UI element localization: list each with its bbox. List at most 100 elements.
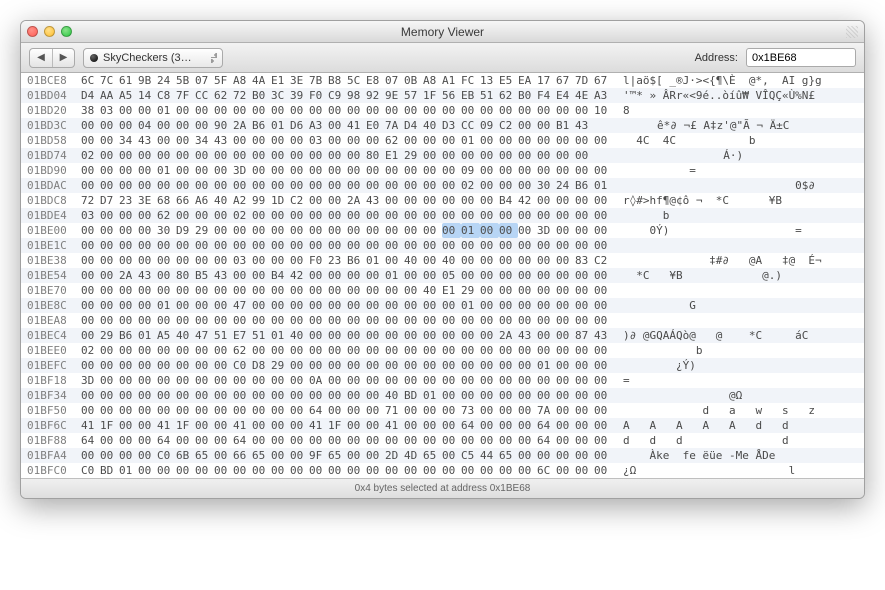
hex-byte[interactable]: 00	[119, 208, 138, 223]
hex-byte[interactable]: 02	[81, 148, 100, 163]
hex-byte[interactable]: 00	[233, 133, 252, 148]
hex-byte[interactable]: 00	[366, 208, 385, 223]
hex-byte[interactable]: 00	[309, 313, 328, 328]
hex-byte[interactable]: 00	[252, 313, 271, 328]
hex-byte[interactable]: 00	[385, 328, 404, 343]
hex-byte[interactable]: 00	[157, 148, 176, 163]
hex-byte[interactable]: 00	[575, 418, 594, 433]
hex-byte[interactable]: 00	[309, 193, 328, 208]
hex-byte[interactable]: 00	[271, 463, 290, 478]
hex-byte[interactable]: 7D	[575, 73, 594, 88]
hex-byte[interactable]: 00	[347, 298, 366, 313]
hex-byte[interactable]: F0	[309, 253, 328, 268]
hex-byte[interactable]: 00	[499, 163, 518, 178]
hex-byte[interactable]: 00	[537, 148, 556, 163]
hex-byte[interactable]: E1	[385, 148, 404, 163]
hex-byte[interactable]: 64	[157, 433, 176, 448]
hex-byte[interactable]: 00	[290, 463, 309, 478]
hex-byte[interactable]: 72	[81, 193, 100, 208]
hex-byte[interactable]: 00	[366, 328, 385, 343]
hex-byte[interactable]: 00	[309, 433, 328, 448]
hex-byte[interactable]: EB	[461, 88, 480, 103]
hex-byte[interactable]: 00	[309, 103, 328, 118]
hex-byte[interactable]: 39	[290, 88, 309, 103]
hex-byte[interactable]: 00	[499, 418, 518, 433]
hex-byte[interactable]: 00	[442, 313, 461, 328]
hex-byte[interactable]: 40	[404, 253, 423, 268]
hex-byte[interactable]: 00	[347, 163, 366, 178]
hex-byte[interactable]: 00	[100, 208, 119, 223]
hex-byte[interactable]: 00	[214, 238, 233, 253]
hex-byte[interactable]: 00	[100, 388, 119, 403]
hex-byte[interactable]: 5B	[176, 73, 195, 88]
hex-byte[interactable]: 41	[233, 418, 252, 433]
hex-byte[interactable]: 00	[404, 433, 423, 448]
hex-byte[interactable]: 42	[290, 268, 309, 283]
hex-byte[interactable]: 62	[157, 208, 176, 223]
hex-byte[interactable]: 01	[385, 268, 404, 283]
hex-byte[interactable]: 00	[290, 298, 309, 313]
hex-row[interactable]: 01BF886400000064000000640000000000000000…	[21, 433, 864, 448]
hex-byte[interactable]: 00	[518, 118, 537, 133]
hex-byte[interactable]: 00	[138, 388, 157, 403]
hex-byte[interactable]: 00	[195, 163, 214, 178]
hex-byte[interactable]: 00	[119, 298, 138, 313]
hex-byte[interactable]: 00	[290, 448, 309, 463]
hex-byte[interactable]: 00	[195, 373, 214, 388]
hex-byte[interactable]: 80	[176, 268, 195, 283]
hex-byte[interactable]: 00	[138, 313, 157, 328]
hex-byte[interactable]: 00	[366, 388, 385, 403]
hex-byte[interactable]: 00	[404, 163, 423, 178]
hex-byte[interactable]: 00	[176, 148, 195, 163]
hex-byte[interactable]: 00	[100, 238, 119, 253]
address-input[interactable]	[746, 48, 856, 67]
hex-byte[interactable]: 00	[556, 223, 575, 238]
hex-byte[interactable]: 00	[347, 388, 366, 403]
hex-byte[interactable]: D8	[252, 358, 271, 373]
hex-byte[interactable]: 00	[81, 403, 100, 418]
hex-byte[interactable]: 00	[480, 313, 499, 328]
hex-byte[interactable]: 00	[556, 193, 575, 208]
hex-byte[interactable]: 00	[385, 343, 404, 358]
hex-byte[interactable]: 00	[556, 403, 575, 418]
hex-byte[interactable]: B1	[556, 118, 575, 133]
hex-byte[interactable]: 00	[328, 103, 347, 118]
hex-byte[interactable]: 01	[366, 253, 385, 268]
hex-byte[interactable]: 00	[499, 343, 518, 358]
hex-byte[interactable]: 00	[385, 313, 404, 328]
hex-byte[interactable]: 00	[594, 463, 613, 478]
zoom-icon[interactable]	[61, 26, 72, 37]
hex-byte[interactable]: 01	[271, 118, 290, 133]
hex-byte[interactable]: 2D	[385, 448, 404, 463]
hex-byte[interactable]: 00	[347, 268, 366, 283]
fullscreen-icon[interactable]	[846, 26, 858, 38]
hex-byte[interactable]: C2	[594, 253, 613, 268]
hex-byte[interactable]: 00	[518, 298, 537, 313]
hex-byte[interactable]: 00	[575, 358, 594, 373]
hex-byte[interactable]: 00	[271, 133, 290, 148]
hex-byte[interactable]: 00	[480, 253, 499, 268]
hex-byte[interactable]: 00	[423, 343, 442, 358]
hex-row[interactable]: 01BE5400002A430080B5430000B4420000000001…	[21, 268, 864, 283]
hex-row[interactable]: 01BE8C0000000001000000470000000000000000…	[21, 298, 864, 313]
hex-byte[interactable]: 00	[328, 358, 347, 373]
hex-row[interactable]: 01BFC0C0BD010000000000000000000000000000…	[21, 463, 864, 478]
hex-byte[interactable]: 00	[499, 463, 518, 478]
hex-byte[interactable]: 65	[328, 448, 347, 463]
hex-byte[interactable]: D7	[100, 193, 119, 208]
hex-byte[interactable]: 00	[461, 328, 480, 343]
hex-byte[interactable]: 00	[176, 163, 195, 178]
hex-byte[interactable]: 00	[366, 283, 385, 298]
hex-byte[interactable]: 00	[214, 208, 233, 223]
hex-row[interactable]: 01BD9000000000010000003D0000000000000000…	[21, 163, 864, 178]
hex-byte[interactable]: 5C	[347, 73, 366, 88]
hex-byte[interactable]: 00	[309, 223, 328, 238]
hex-byte[interactable]: 00	[518, 178, 537, 193]
hex-byte[interactable]: 00	[138, 283, 157, 298]
hex-row[interactable]: 01BE000000000030D92900000000000000000000…	[21, 223, 864, 238]
hex-byte[interactable]: 00	[271, 373, 290, 388]
hex-byte[interactable]: 05	[442, 268, 461, 283]
hex-byte[interactable]: 00	[195, 433, 214, 448]
hex-byte[interactable]: 00	[157, 388, 176, 403]
hex-byte[interactable]: 00	[461, 208, 480, 223]
